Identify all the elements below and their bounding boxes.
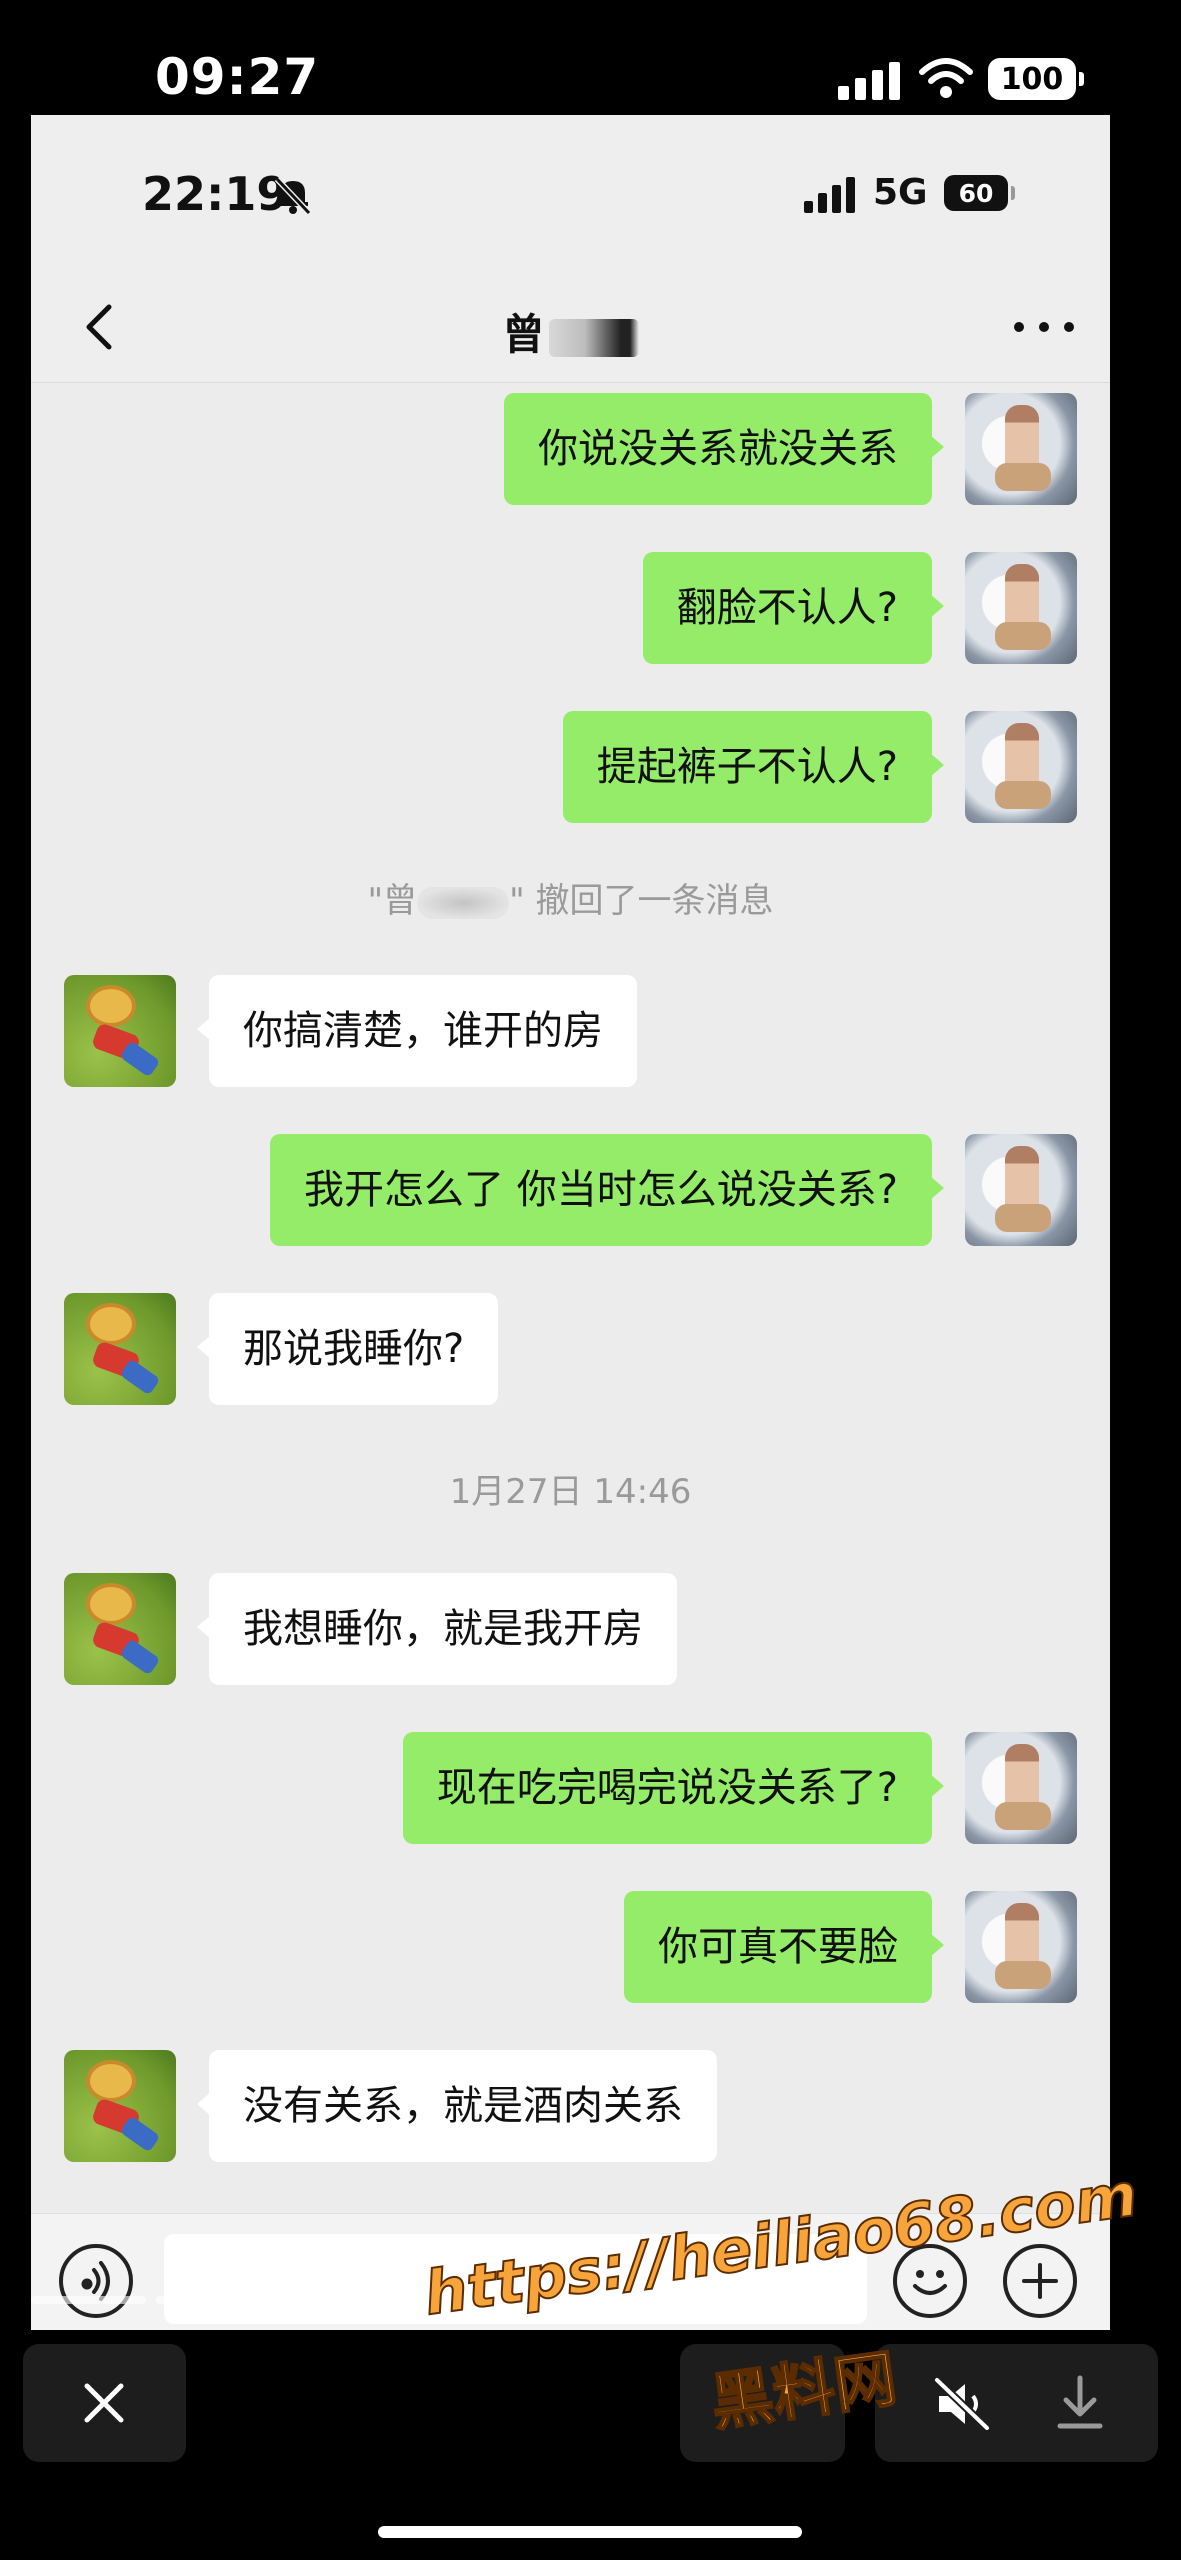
message-bubble[interactable]: 你说没关系就没关系 bbox=[504, 393, 944, 505]
recall-notice-prefix: "曾 bbox=[367, 881, 418, 921]
message-bubble[interactable]: 我想睡你，就是我开房 bbox=[197, 1573, 677, 1685]
network-type: 5G bbox=[873, 172, 928, 213]
chat-title-text: 曾 bbox=[502, 310, 545, 359]
chat-title: 曾 bbox=[31, 301, 1110, 362]
message-bubble[interactable]: 没有关系，就是酒肉关系 bbox=[197, 2050, 717, 2162]
timestamp-divider: 1月27日 14:46 bbox=[449, 1472, 692, 1512]
message-bubble[interactable]: 你可真不要脸 bbox=[624, 1891, 944, 2003]
media-controls bbox=[875, 2344, 1158, 2462]
recall-notice-suffix: " 撤回了一条消息 bbox=[509, 881, 774, 921]
outer-wifi-icon bbox=[919, 58, 973, 98]
message-row: 你说没关系就没关系 bbox=[31, 393, 1110, 505]
message-list[interactable]: 你说没关系就没关系 翻脸不认人? 提起裤子不认人? "曾 " 撤回了一条消息 你搞… bbox=[31, 383, 1110, 2213]
redacted-name-blur bbox=[417, 886, 510, 919]
emoji-icon[interactable] bbox=[893, 2244, 967, 2318]
outer-signal-icon bbox=[838, 62, 900, 100]
contact-avatar[interactable] bbox=[64, 1573, 176, 1685]
message-row: 提起裤子不认人? bbox=[31, 711, 1110, 823]
recall-notice: "曾 " 撤回了一条消息 bbox=[31, 873, 1110, 922]
message-row: 翻脸不认人? bbox=[31, 552, 1110, 664]
contact-avatar[interactable] bbox=[64, 2050, 176, 2162]
message-bubble[interactable]: 提起裤子不认人? bbox=[562, 711, 945, 823]
outer-status-bar: 09:27 100 bbox=[0, 0, 1181, 115]
message-input[interactable] bbox=[164, 2234, 867, 2324]
message-row: 现在吃完喝完说没关系了? bbox=[31, 1732, 1110, 1844]
my-avatar[interactable] bbox=[965, 1732, 1077, 1844]
inner-status-bar: 22:19 5G 60 bbox=[31, 115, 1110, 275]
story-progress-track bbox=[31, 2296, 1110, 2306]
close-icon bbox=[84, 2383, 124, 2423]
message-row: 你搞清楚，谁开的房 bbox=[31, 975, 1110, 1087]
voice-icon[interactable] bbox=[59, 2244, 133, 2318]
message-bubble[interactable]: 翻脸不认人? bbox=[642, 552, 945, 664]
inner-signal-icon bbox=[804, 177, 858, 213]
message-input-bar bbox=[31, 2213, 1110, 2330]
my-avatar[interactable] bbox=[965, 1891, 1077, 2003]
message-row: 我想睡你，就是我开房 bbox=[31, 1573, 1110, 1685]
page-indicator-button[interactable] bbox=[680, 2344, 845, 2462]
chat-screenshot: 22:19 5G 60 曾 你说没关系就没关系 翻脸不认人? 提起裤子不认人? … bbox=[31, 115, 1110, 2330]
contact-avatar[interactable] bbox=[64, 975, 176, 1087]
my-avatar[interactable] bbox=[965, 1134, 1077, 1246]
home-indicator[interactable] bbox=[378, 2526, 802, 2538]
plus-icon[interactable] bbox=[1003, 2244, 1077, 2318]
viewer-controls bbox=[0, 2330, 1181, 2560]
outer-battery-indicator: 100 bbox=[988, 58, 1084, 100]
chat-header: 曾 bbox=[31, 275, 1110, 383]
message-bubble[interactable]: 我开怎么了 你当时怎么说没关系? bbox=[270, 1134, 944, 1246]
message-row: 没有关系，就是酒肉关系 bbox=[31, 2050, 1110, 2162]
download-icon[interactable] bbox=[1050, 2372, 1110, 2434]
my-avatar[interactable] bbox=[965, 552, 1077, 664]
redacted-name-blur bbox=[548, 318, 639, 357]
outer-clock: 09:27 bbox=[155, 48, 320, 106]
message-row: 你可真不要脸 bbox=[31, 1891, 1110, 2003]
inner-battery-indicator: 60 bbox=[944, 175, 1015, 211]
message-row: 我开怎么了 你当时怎么说没关系? bbox=[31, 1134, 1110, 1246]
mute-icon[interactable] bbox=[933, 2376, 993, 2432]
inner-clock: 22:19 bbox=[142, 167, 289, 221]
close-button[interactable] bbox=[23, 2344, 186, 2462]
contact-avatar[interactable] bbox=[64, 1293, 176, 1405]
message-bubble[interactable]: 那说我睡你? bbox=[196, 1293, 499, 1405]
my-avatar[interactable] bbox=[965, 393, 1077, 505]
message-bubble[interactable]: 现在吃完喝完说没关系了? bbox=[402, 1732, 945, 1844]
more-dots-icon[interactable] bbox=[1014, 305, 1074, 349]
message-bubble[interactable]: 你搞清楚，谁开的房 bbox=[197, 975, 637, 1087]
message-row: 那说我睡你? bbox=[31, 1293, 1110, 1405]
my-avatar[interactable] bbox=[965, 711, 1077, 823]
bell-muted-icon bbox=[274, 176, 312, 216]
